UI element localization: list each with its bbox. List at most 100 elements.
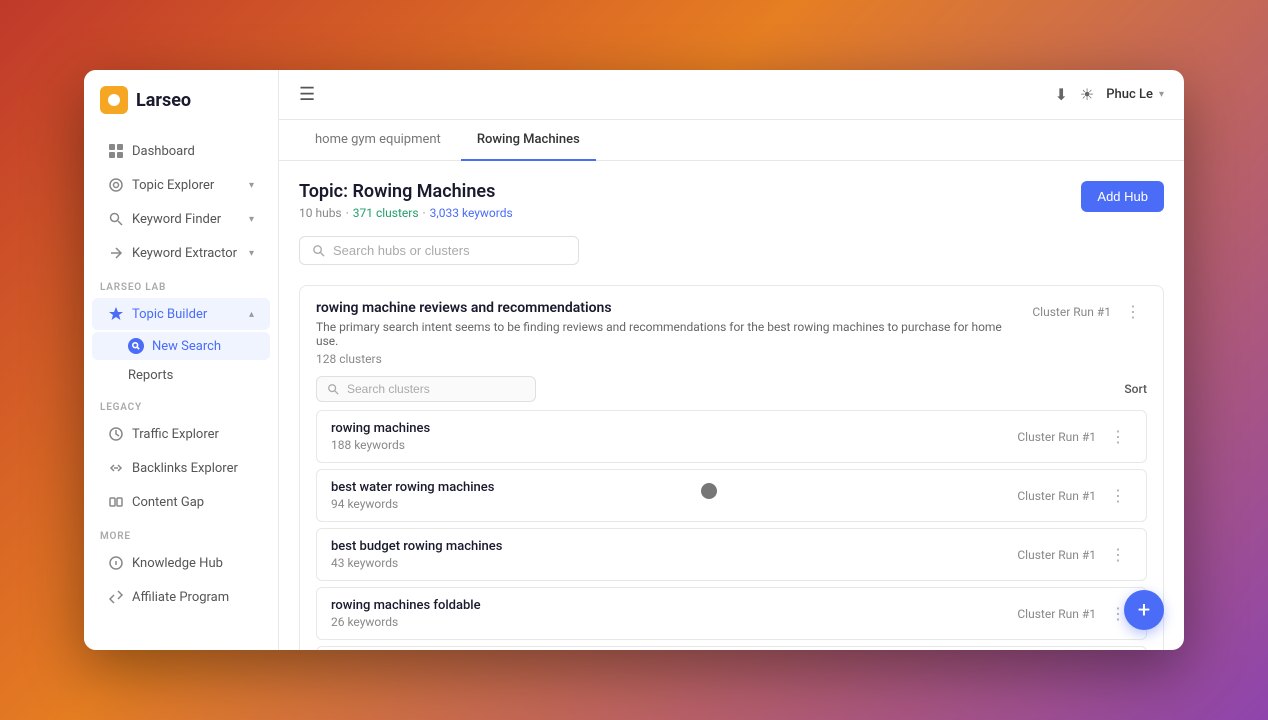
- cluster-item[interactable]: best budget rowing machines 43 keywords …: [316, 528, 1147, 581]
- keyword-finder-label: Keyword Finder: [132, 212, 221, 227]
- sidebar-item-keyword-extractor[interactable]: Keyword Extractor ▾: [92, 237, 270, 269]
- topic-explorer-label: Topic Explorer: [132, 178, 214, 193]
- topbar: ☰ ⬇ ☀ Phuc Le ▾: [279, 70, 1184, 120]
- new-search-label: New Search: [152, 339, 221, 354]
- topic-title: Topic: Rowing Machines: [299, 181, 513, 202]
- cluster-run-badge: Cluster Run #1: [1017, 489, 1096, 503]
- topic-explorer-icon: [108, 177, 124, 193]
- hub-row-right: Cluster Run #1 ⋮: [1032, 300, 1147, 323]
- content-wrapper: Topic: Rowing Machines 10 hubs · 371 clu…: [279, 161, 1184, 650]
- cluster-keywords: 43 keywords: [331, 556, 1017, 570]
- chevron-down-icon: ▾: [249, 180, 254, 191]
- topic-info: Topic: Rowing Machines 10 hubs · 371 clu…: [299, 181, 513, 220]
- dashboard-label: Dashboard: [132, 144, 195, 159]
- cluster-item[interactable]: older rowing machines Cluster Run #1 ⋮: [316, 646, 1147, 650]
- hub-title: rowing machine reviews and recommendatio…: [316, 300, 1016, 316]
- logo-text: Larseo: [136, 90, 191, 111]
- cluster-keywords: 94 keywords: [331, 497, 1017, 511]
- theme-icon[interactable]: ☀: [1080, 85, 1094, 104]
- hub-row-header: rowing machine reviews and recommendatio…: [316, 300, 1147, 366]
- search-hubs-icon: [312, 244, 325, 257]
- hamburger-button[interactable]: ☰: [299, 84, 315, 105]
- hub-row: rowing machine reviews and recommendatio…: [299, 285, 1164, 650]
- search-hubs-box: [299, 236, 579, 265]
- cluster-more-options[interactable]: ⋮: [1104, 484, 1132, 507]
- cluster-keywords: 26 keywords: [331, 615, 1017, 629]
- main-content: ☰ ⬇ ☀ Phuc Le ▾ home gym equipment Rowin…: [279, 70, 1184, 650]
- knowledge-hub-icon: [108, 555, 124, 571]
- topic-builder-icon: [108, 306, 124, 322]
- tab-rowing-machines[interactable]: Rowing Machines: [461, 120, 596, 161]
- hubs-count: 10 hubs: [299, 206, 342, 220]
- keyword-extractor-icon: [108, 245, 124, 261]
- fab-button[interactable]: +: [1124, 590, 1164, 630]
- traffic-explorer-icon: [108, 426, 124, 442]
- cluster-keywords: 188 keywords: [331, 438, 1017, 452]
- reports-label: Reports: [128, 368, 173, 383]
- clusters-count[interactable]: 371 clusters: [353, 206, 419, 220]
- hub-clusters-count: 128 clusters: [316, 352, 1016, 366]
- sidebar-item-reports[interactable]: Reports: [92, 362, 270, 389]
- hub-cluster-run-badge: Cluster Run #1: [1032, 305, 1111, 319]
- cluster-item[interactable]: best water rowing machines 94 keywords C…: [316, 469, 1147, 522]
- backlinks-icon: [108, 460, 124, 476]
- cluster-search-box: [316, 376, 536, 402]
- search-hubs-input[interactable]: [333, 243, 566, 258]
- tab-home-gym[interactable]: home gym equipment: [299, 120, 457, 161]
- backlinks-explorer-label: Backlinks Explorer: [132, 461, 238, 476]
- cluster-name: best water rowing machines: [331, 480, 1017, 495]
- content-gap-icon: [108, 494, 124, 510]
- keyword-finder-icon: [108, 211, 124, 227]
- sidebar: Larseo Dashboard Topic Explorer ▾ Keywor…: [84, 70, 279, 650]
- chevron-down-icon: ▾: [249, 214, 254, 225]
- larseo-lab-section: LARSEO LAB: [84, 270, 278, 297]
- content-gap-label: Content Gap: [132, 495, 204, 510]
- cluster-run-badge: Cluster Run #1: [1017, 430, 1096, 444]
- chevron-down-icon: ▴: [249, 309, 254, 320]
- content-area: Topic: Rowing Machines 10 hubs · 371 clu…: [279, 161, 1184, 650]
- cluster-name: rowing machines: [331, 421, 1017, 436]
- cluster-item[interactable]: rowing machines 188 keywords Cluster Run…: [316, 410, 1147, 463]
- traffic-explorer-label: Traffic Explorer: [132, 427, 219, 442]
- topic-header: Topic: Rowing Machines 10 hubs · 371 clu…: [299, 181, 1164, 220]
- hub-info: rowing machine reviews and recommendatio…: [316, 300, 1016, 366]
- topbar-left: ☰: [299, 84, 315, 105]
- search-clusters-icon: [327, 383, 339, 395]
- hub-description: The primary search intent seems to be fi…: [316, 320, 1016, 348]
- sidebar-item-new-search[interactable]: New Search: [92, 332, 270, 360]
- more-section: MORE: [84, 519, 278, 546]
- sidebar-item-dashboard[interactable]: Dashboard: [92, 135, 270, 167]
- tabs-row: home gym equipment Rowing Machines: [279, 120, 1184, 161]
- topic-meta: 10 hubs · 371 clusters · 3,033 keywords: [299, 206, 513, 220]
- add-hub-button[interactable]: Add Hub: [1081, 181, 1164, 212]
- sidebar-item-topic-builder[interactable]: Topic Builder ▴: [92, 298, 270, 330]
- sidebar-item-affiliate-program[interactable]: Affiliate Program: [92, 581, 270, 613]
- sidebar-item-knowledge-hub[interactable]: Knowledge Hub: [92, 547, 270, 579]
- logo-icon: [100, 86, 128, 114]
- hub-more-options[interactable]: ⋮: [1119, 300, 1147, 323]
- legacy-section: LEGACY: [84, 390, 278, 417]
- sidebar-item-topic-explorer[interactable]: Topic Explorer ▾: [92, 169, 270, 201]
- cluster-run-badge: Cluster Run #1: [1017, 548, 1096, 562]
- cluster-more-options[interactable]: ⋮: [1104, 543, 1132, 566]
- keywords-count[interactable]: 3,033 keywords: [430, 206, 513, 220]
- dashboard-icon: [108, 143, 124, 159]
- cluster-item[interactable]: rowing machines foldable 26 keywords Clu…: [316, 587, 1147, 640]
- cluster-name: best budget rowing machines: [331, 539, 1017, 554]
- search-clusters-input[interactable]: [347, 382, 525, 396]
- cluster-search-row: Sort: [316, 376, 1147, 402]
- affiliate-program-label: Affiliate Program: [132, 590, 229, 605]
- user-chevron-icon: ▾: [1159, 89, 1164, 100]
- affiliate-icon: [108, 589, 124, 605]
- keyword-extractor-label: Keyword Extractor: [132, 246, 237, 261]
- user-menu[interactable]: Phuc Le ▾: [1106, 87, 1164, 102]
- sidebar-item-content-gap[interactable]: Content Gap: [92, 486, 270, 518]
- download-icon[interactable]: ⬇: [1054, 85, 1067, 104]
- cluster-more-options[interactable]: ⋮: [1104, 425, 1132, 448]
- sidebar-item-traffic-explorer[interactable]: Traffic Explorer: [92, 418, 270, 450]
- sidebar-item-keyword-finder[interactable]: Keyword Finder ▾: [92, 203, 270, 235]
- sort-button[interactable]: Sort: [1124, 382, 1147, 396]
- topbar-right: ⬇ ☀ Phuc Le ▾: [1054, 85, 1164, 104]
- sidebar-item-backlinks-explorer[interactable]: Backlinks Explorer: [92, 452, 270, 484]
- new-search-icon: [128, 338, 144, 354]
